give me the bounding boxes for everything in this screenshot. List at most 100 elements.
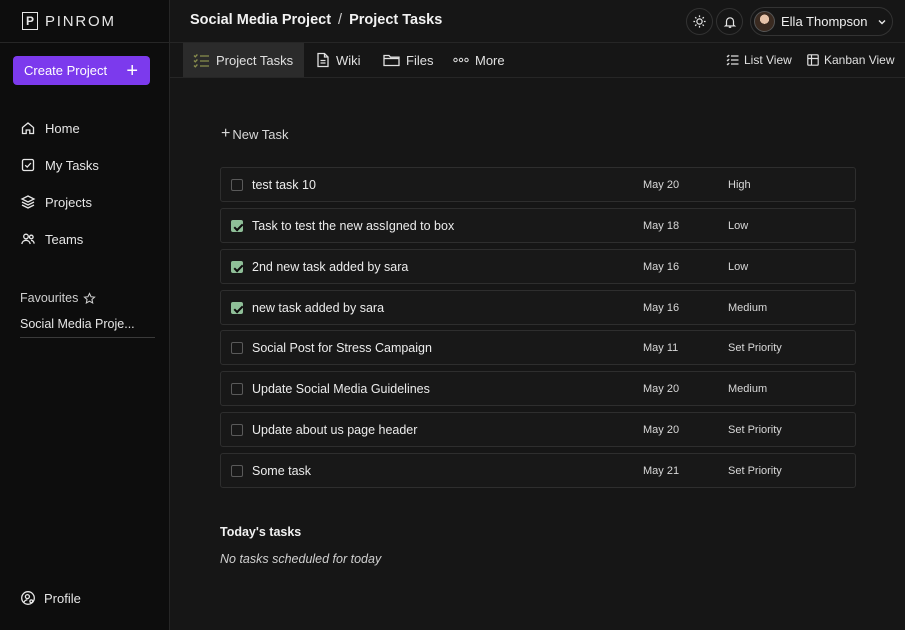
theme-toggle-button[interactable] — [686, 8, 713, 35]
user-menu[interactable]: Ella Thompson — [750, 7, 893, 36]
kanban-icon — [807, 54, 819, 66]
task-date[interactable]: May 20 — [643, 179, 679, 191]
bell-icon — [723, 16, 736, 28]
tab-bar: Project Tasks Wiki Files More List View … — [170, 43, 905, 78]
folder-icon — [383, 54, 400, 67]
today-tasks-heading: Today's tasks — [220, 525, 302, 539]
list-icon — [726, 54, 739, 66]
task-checkbox[interactable] — [231, 179, 243, 191]
app-window: P PINROM Create Project + Home My Tasks … — [0, 0, 905, 630]
tab-label: Project Tasks — [216, 52, 294, 68]
create-project-label: Create Project — [24, 63, 108, 78]
avatar — [754, 11, 775, 32]
create-project-button[interactable]: Create Project + — [13, 56, 150, 85]
task-row[interactable]: Social Post for Stress Campaign May 11 S… — [220, 330, 856, 365]
task-title: 2nd new task added by sara — [252, 260, 409, 274]
home-icon — [21, 122, 35, 135]
sidebar-item-teams[interactable]: Teams — [20, 229, 83, 249]
layers-icon — [20, 195, 36, 209]
document-icon — [317, 52, 329, 68]
task-row[interactable]: Some task May 21 Set Priority — [220, 453, 856, 488]
breadcrumb-project[interactable]: Social Media Project — [190, 12, 331, 28]
sidebar-item-projects[interactable]: Projects — [20, 192, 92, 212]
sidebar: P PINROM Create Project + Home My Tasks … — [0, 0, 170, 630]
task-date[interactable]: May 16 — [643, 261, 679, 273]
breadcrumb-page: Project Tasks — [349, 12, 443, 28]
task-priority[interactable]: High — [728, 179, 751, 191]
task-checkbox[interactable] — [231, 261, 243, 273]
task-title: Update Social Media Guidelines — [252, 382, 430, 396]
tab-more[interactable]: More — [443, 43, 515, 77]
kanban-view-label: Kanban View — [824, 53, 895, 67]
task-row[interactable]: test task 10 May 20 High — [220, 167, 856, 202]
task-title: Task to test the new assIgned to box — [252, 219, 455, 233]
top-header: Social Media Project / Project Tasks Ell… — [170, 0, 905, 43]
tab-label: More — [475, 52, 505, 68]
task-date[interactable]: May 20 — [643, 424, 679, 436]
favourites-label: Favourites — [20, 291, 79, 305]
tab-label: Files — [406, 52, 434, 68]
sidebar-item-label: Home — [45, 120, 80, 136]
task-priority[interactable]: Medium — [728, 302, 767, 314]
chevron-down-icon — [878, 19, 886, 24]
tab-project-tasks[interactable]: Project Tasks — [183, 43, 304, 77]
task-title: Update about us page header — [252, 423, 418, 437]
task-priority[interactable]: Set Priority — [728, 424, 782, 436]
task-date[interactable]: May 16 — [643, 302, 679, 314]
sidebar-item-label: Teams — [45, 231, 84, 247]
tab-label: Wiki — [336, 52, 361, 68]
task-checkbox[interactable] — [231, 220, 243, 232]
task-priority[interactable]: Set Priority — [728, 342, 782, 354]
task-checkbox[interactable] — [231, 342, 243, 354]
logo-mark: P — [22, 12, 38, 30]
breadcrumb-separator: / — [338, 12, 343, 28]
task-date[interactable]: May 21 — [643, 465, 679, 477]
sidebar-item-my-tasks[interactable]: My Tasks — [20, 155, 99, 175]
task-priority[interactable]: Medium — [728, 383, 767, 395]
task-row[interactable]: new task added by sara May 16 Medium — [220, 290, 856, 325]
tab-wiki[interactable]: Wiki — [306, 43, 371, 77]
sidebar-item-home[interactable]: Home — [20, 118, 80, 138]
new-task-label: New Task — [232, 126, 289, 142]
dots-icon — [453, 57, 469, 63]
tab-files[interactable]: Files — [373, 43, 443, 77]
sun-icon — [693, 15, 706, 28]
task-checkbox[interactable] — [231, 302, 243, 314]
profile-label: Profile — [44, 590, 81, 606]
favourite-item[interactable]: Social Media Proje... — [20, 317, 155, 338]
plus-icon: + — [221, 125, 231, 142]
favourites-heading: Favourites — [20, 291, 97, 305]
star-icon[interactable] — [83, 291, 97, 305]
checkbox-icon — [21, 158, 35, 172]
task-date[interactable]: May 20 — [643, 383, 679, 395]
sidebar-item-profile[interactable]: Profile — [20, 590, 81, 606]
task-title: Social Post for Stress Campaign — [252, 341, 432, 355]
task-row[interactable]: Update about us page header May 20 Set P… — [220, 412, 856, 447]
task-checkbox[interactable] — [231, 424, 243, 436]
plus-icon: + — [126, 59, 138, 82]
kanban-view-button[interactable]: Kanban View — [807, 43, 895, 77]
task-row[interactable]: Update Social Media Guidelines May 20 Me… — [220, 371, 856, 406]
task-date[interactable]: May 11 — [643, 342, 678, 354]
sidebar-item-label: My Tasks — [45, 157, 99, 173]
task-checkbox[interactable] — [231, 465, 243, 477]
new-task-button[interactable]: + New Task — [221, 126, 288, 142]
task-row[interactable]: 2nd new task added by sara May 16 Low — [220, 249, 856, 284]
task-title: new task added by sara — [252, 301, 385, 315]
user-settings-icon — [21, 591, 35, 605]
notifications-button[interactable] — [716, 8, 743, 35]
task-priority[interactable]: Low — [728, 220, 748, 232]
today-tasks-empty: No tasks scheduled for today — [220, 552, 382, 566]
users-icon — [21, 233, 35, 245]
divider — [0, 42, 169, 43]
user-name: Ella Thompson — [781, 14, 868, 29]
brand-logo[interactable]: P PINROM — [22, 10, 116, 32]
task-row[interactable]: Task to test the new assIgned to box May… — [220, 208, 856, 243]
task-list-icon — [193, 53, 209, 68]
task-date[interactable]: May 18 — [643, 220, 679, 232]
task-priority[interactable]: Low — [728, 261, 748, 273]
list-view-button[interactable]: List View — [726, 43, 792, 77]
task-priority[interactable]: Set Priority — [728, 465, 782, 477]
breadcrumb: Social Media Project / Project Tasks — [190, 12, 442, 28]
task-checkbox[interactable] — [231, 383, 243, 395]
